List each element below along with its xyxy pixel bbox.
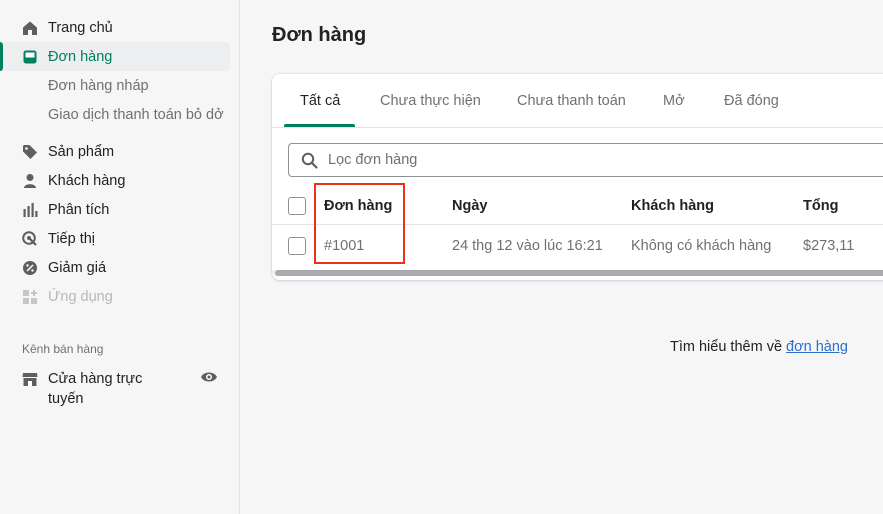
nav-item-analytics[interactable]: Phân tích bbox=[0, 195, 230, 224]
nav-item-apps[interactable]: Ứng dụng bbox=[0, 282, 230, 311]
tab-unfulfilled[interactable]: Chưa thực hiện bbox=[380, 93, 481, 109]
sidebar: Trang chủ Đơn hàng Đơn hàng nháp Giao dị… bbox=[0, 0, 240, 514]
order-date: 24 thg 12 vào lúc 16:21 bbox=[452, 238, 603, 254]
order-total: $273,11 bbox=[803, 238, 855, 254]
orders-icon bbox=[22, 49, 38, 65]
nav-item-label: Cửa hàng trực tuyến bbox=[48, 371, 143, 407]
eye-icon[interactable] bbox=[200, 369, 218, 390]
tab-bar: Tất cả Chưa thực hiện Chưa thanh toán Mở… bbox=[272, 74, 883, 128]
nav-item-label: Ứng dụng bbox=[48, 288, 113, 305]
tab-open[interactable]: Mở bbox=[663, 93, 685, 109]
tab-unpaid[interactable]: Chưa thanh toán bbox=[517, 93, 626, 109]
bar-chart-icon bbox=[22, 202, 38, 218]
nav-item-marketing[interactable]: Tiếp thị bbox=[0, 224, 230, 253]
nav-item-online-store[interactable]: Cửa hàng trực tuyến bbox=[22, 369, 222, 409]
tag-icon bbox=[22, 144, 38, 160]
tab-closed[interactable]: Đã đóng bbox=[724, 93, 779, 109]
tab-all[interactable]: Tất cả bbox=[300, 93, 340, 109]
horizontal-scrollbar-thumb[interactable] bbox=[275, 270, 883, 276]
nav-item-orders[interactable]: Đơn hàng bbox=[0, 42, 230, 71]
nav-item-label: Tiếp thị bbox=[48, 230, 96, 247]
person-icon bbox=[22, 173, 38, 189]
select-all-checkbox[interactable] bbox=[288, 197, 306, 215]
nav-subitem-draft-orders[interactable]: Đơn hàng nháp bbox=[48, 78, 233, 94]
orders-card: Tất cả Chưa thực hiện Chưa thanh toán Mở… bbox=[272, 74, 883, 280]
nav-item-label: Đơn hàng bbox=[48, 48, 113, 65]
nav-item-label: Khách hàng bbox=[48, 172, 126, 189]
column-header-order[interactable]: Đơn hàng bbox=[324, 198, 392, 214]
order-number[interactable]: #1001 bbox=[324, 238, 364, 254]
apps-icon bbox=[22, 289, 38, 305]
column-header-total[interactable]: Tổng bbox=[803, 198, 838, 214]
column-header-customer[interactable]: Khách hàng bbox=[631, 198, 714, 214]
search-icon bbox=[301, 152, 318, 169]
learn-more-link[interactable]: đơn hàng bbox=[786, 339, 848, 355]
home-icon bbox=[22, 20, 38, 36]
discount-icon bbox=[22, 260, 38, 276]
nav-item-products[interactable]: Sản phẩm bbox=[0, 137, 230, 166]
sales-channels-title: Kênh bán hàng bbox=[22, 342, 104, 356]
column-header-date[interactable]: Ngày bbox=[452, 198, 487, 214]
search-box[interactable] bbox=[288, 143, 883, 177]
store-icon bbox=[22, 371, 38, 387]
table-divider bbox=[272, 224, 883, 225]
nav-item-label: Trang chủ bbox=[48, 19, 113, 36]
nav-subitem-abandoned-checkouts[interactable]: Giao dịch thanh toán bỏ dở bbox=[48, 107, 233, 123]
row-checkbox[interactable] bbox=[288, 237, 306, 255]
nav-item-label: Phân tích bbox=[48, 201, 110, 218]
learn-more-prefix: Tìm hiểu thêm về bbox=[670, 339, 787, 355]
order-customer: Không có khách hàng bbox=[631, 238, 772, 254]
nav-item-label: Sản phẩm bbox=[48, 143, 115, 160]
page-title: Đơn hàng bbox=[272, 24, 367, 46]
search-input[interactable] bbox=[326, 151, 830, 169]
nav-item-discounts[interactable]: Giảm giá bbox=[0, 253, 230, 282]
nav-item-label: Giảm giá bbox=[48, 259, 107, 276]
nav-item-home[interactable]: Trang chủ bbox=[0, 13, 230, 42]
target-icon bbox=[22, 230, 38, 247]
nav-item-customers[interactable]: Khách hàng bbox=[0, 166, 230, 195]
active-tab-indicator bbox=[284, 124, 355, 127]
learn-more-text: Tìm hiểu thêm về đơn hàng bbox=[670, 339, 848, 355]
